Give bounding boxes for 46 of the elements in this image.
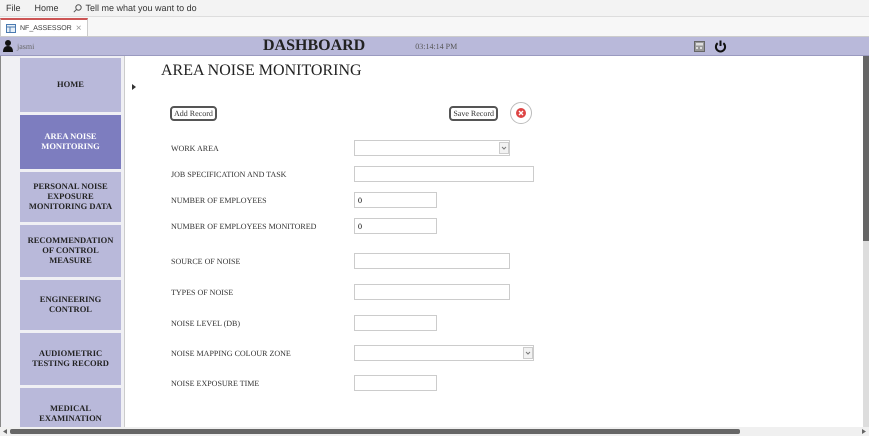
field-label: NOISE MAPPING COLOUR ZONE	[171, 348, 292, 358]
field-label: NUMBER OF EMPLOYEES MONITORED	[171, 222, 318, 230]
input-field[interactable]: 0	[354, 218, 437, 234]
search-field[interactable]: Tell me what you want to do	[86, 3, 197, 13]
expand-arrow-icon[interactable]	[131, 83, 137, 91]
input-field[interactable]	[354, 315, 437, 331]
field-label: JOB SPECIFICATION AND TASK	[171, 170, 288, 178]
dashboard-title: DASHBOARD	[263, 37, 366, 55]
input-field[interactable]	[354, 375, 437, 391]
calculator-icon[interactable]	[694, 40, 706, 52]
field-label: WORK AREA	[171, 144, 220, 152]
dropdown-field[interactable]	[354, 140, 510, 156]
add-record-button[interactable]: Add Record	[170, 106, 217, 120]
menu-item[interactable]: File	[6, 3, 21, 13]
form-title: AREA NOISE MONITORING	[161, 62, 363, 80]
sidebar-item[interactable]: HOME	[20, 58, 121, 112]
field-label: NOISE EXPOSURE TIME	[171, 378, 260, 388]
input-field[interactable]	[354, 284, 510, 300]
user-name: jasmi	[17, 42, 34, 50]
clock-time: 03:14:14 PM	[415, 42, 458, 50]
field-label: NOISE LEVEL (DB)	[171, 318, 242, 328]
search-icon	[72, 4, 82, 12]
sidebar-item[interactable]: PERSONAL NOISE EXPOSURE MONITORING DATA	[20, 172, 121, 222]
scroll-right-icon[interactable]	[862, 429, 866, 434]
sidebar-item[interactable]: AREA NOISE MONITORING	[20, 115, 121, 169]
field-label: NUMBER OF EMPLOYEES	[171, 196, 268, 204]
delete-button[interactable]	[510, 102, 532, 124]
sidebar-item[interactable]: MEDICAL EXAMINATION	[20, 388, 121, 427]
user-icon	[3, 40, 13, 52]
save-record-button[interactable]: Save Record	[449, 106, 498, 120]
field-label: TYPES OF NOISE	[171, 288, 234, 296]
sidebar-item[interactable]: RECOMMENDATION OF CONTROL MEASURE	[20, 225, 121, 277]
input-field[interactable]	[354, 166, 534, 182]
field-label: SOURCE OF NOISE	[171, 256, 242, 266]
input-field[interactable]: 0	[354, 192, 437, 208]
sidebar-item[interactable]: ENGINEERING CONTROL	[20, 280, 121, 330]
dropdown-field[interactable]	[354, 345, 534, 361]
table-icon	[6, 24, 16, 32]
scrollbar-thumb[interactable]	[863, 56, 869, 241]
menu-item[interactable]: Home	[34, 3, 59, 13]
close-icon	[516, 108, 526, 118]
scroll-left-icon[interactable]	[3, 429, 7, 434]
input-field[interactable]	[354, 253, 510, 269]
scrollbar-thumb[interactable]	[10, 429, 740, 434]
power-icon[interactable]	[714, 40, 728, 52]
sidebar-item[interactable]: AUDIOMETRIC TESTING RECORD	[20, 333, 121, 385]
